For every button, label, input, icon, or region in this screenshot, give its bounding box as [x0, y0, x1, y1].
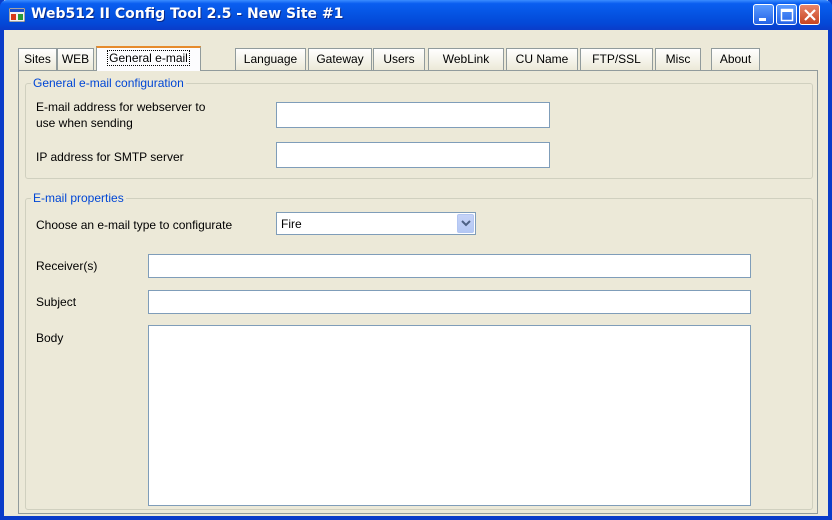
tab-users[interactable]: Users [373, 48, 425, 70]
close-button[interactable] [799, 4, 820, 25]
sender-address-input[interactable] [276, 102, 550, 128]
tab-cu-name[interactable]: CU Name [506, 48, 578, 70]
tab-misc[interactable]: Misc [655, 48, 701, 70]
app-icon [8, 7, 26, 23]
tab-label: Misc [665, 52, 691, 66]
tab-sites[interactable]: Sites [18, 48, 57, 70]
email-properties-group: E-mail properties Choose an e-mail type … [25, 191, 813, 510]
general-email-group-title: General e-mail configuration [31, 76, 186, 90]
sender-address-label: E-mail address for webserver to [36, 100, 206, 114]
smtp-server-input[interactable] [276, 142, 550, 168]
tab-ftp-ssl[interactable]: FTP/SSL [580, 48, 653, 70]
app-window: Web512 II Config Tool 2.5 - New Site #1 … [0, 0, 832, 520]
title-bar[interactable]: Web512 II Config Tool 2.5 - New Site #1 [0, 0, 832, 30]
tab-label: General e-mail [107, 50, 190, 66]
tab-label: Users [383, 52, 415, 66]
dropdown-arrow-button[interactable] [457, 214, 474, 233]
general-email-tab-page: General e-mail configuration E-mail addr… [18, 70, 818, 514]
tab-about[interactable]: About [711, 48, 760, 70]
tab-label: CU Name [515, 52, 569, 66]
maximize-icon [780, 8, 794, 22]
receivers-label: Receiver(s) [36, 259, 98, 273]
body-textarea[interactable] [148, 325, 751, 506]
subject-label: Subject [36, 295, 77, 309]
minimize-button[interactable] [753, 4, 774, 25]
email-properties-group-title: E-mail properties [31, 191, 126, 205]
tab-gateway[interactable]: Gateway [308, 48, 372, 70]
email-type-label: Choose an e-mail type to configurate [36, 218, 233, 232]
tab-label: Language [243, 52, 298, 66]
tab-weblink[interactable]: WebLink [428, 48, 504, 70]
tab-label: Gateway [316, 52, 364, 66]
smtp-server-label: IP address for SMTP server [36, 150, 184, 164]
tab-label: About [719, 52, 752, 66]
sender-address-label-line2: use when sending [36, 116, 133, 130]
tab-language[interactable]: Language [235, 48, 306, 70]
close-icon [804, 9, 816, 21]
receivers-input[interactable] [148, 254, 751, 278]
minimize-icon [759, 18, 766, 21]
tab-label: WEB [61, 52, 90, 66]
tab-label: Sites [24, 52, 51, 66]
email-type-value: Fire [281, 217, 302, 231]
general-email-group: General e-mail configuration E-mail addr… [25, 76, 813, 179]
email-type-select[interactable]: Fire [276, 212, 476, 235]
window-title: Web512 II Config Tool 2.5 - New Site #1 [31, 6, 344, 22]
tab-strip: Sites WEB General e-mail Language Gatewa… [18, 46, 818, 71]
tab-general-email[interactable]: General e-mail [96, 46, 201, 71]
subject-input[interactable] [148, 290, 751, 314]
tab-label: WebLink [442, 52, 490, 66]
body-label: Body [36, 331, 64, 345]
tab-web[interactable]: WEB [57, 48, 94, 70]
chevron-down-icon [461, 220, 471, 227]
tab-label: FTP/SSL [592, 52, 641, 66]
maximize-button[interactable] [776, 4, 797, 25]
